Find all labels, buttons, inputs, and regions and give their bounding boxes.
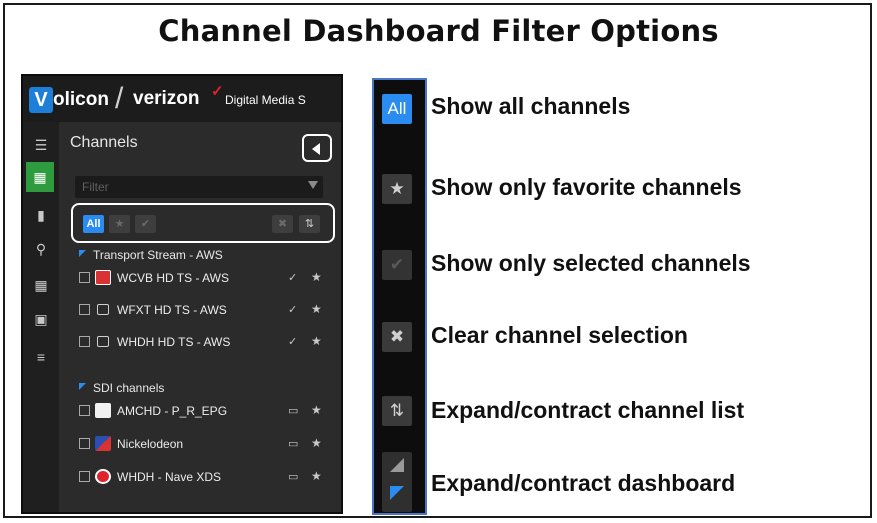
all-button[interactable]: All	[382, 94, 412, 124]
list-icon[interactable]: ≡	[23, 342, 59, 372]
group-flag-icon	[79, 383, 86, 390]
legend-expand-dashboard: Expand/contract dashboard	[431, 470, 736, 496]
legend-show-all: Show all channels	[431, 93, 631, 119]
expand-dashboard-icon[interactable]	[382, 452, 412, 512]
chevron-left-icon	[312, 143, 320, 155]
favorites-filter-button[interactable]: ★	[109, 215, 130, 233]
channel-checkbox[interactable]	[79, 336, 90, 347]
channel-action-icon[interactable]: ▭	[288, 404, 298, 417]
page-title: Channel Dashboard Filter Options	[158, 14, 719, 48]
product-name: Digital Media S	[225, 93, 306, 107]
check-icon[interactable]: ✔	[382, 250, 412, 280]
collapse-panel-button[interactable]	[302, 134, 332, 162]
app-header: V olicon / verizon ✓ Digital Media S	[23, 76, 341, 122]
tv-icon	[97, 336, 109, 347]
film-icon[interactable]: ▦	[26, 162, 54, 192]
star-icon[interactable]: ★	[382, 174, 412, 204]
clear-selection-button[interactable]: ✖	[272, 215, 293, 233]
share-icon[interactable]: ▣	[23, 304, 59, 334]
expand-list-icon[interactable]: ⇅	[382, 396, 412, 426]
favorite-star-icon[interactable]: ★	[311, 403, 322, 417]
channel-label: WHDH - Nave XDS	[117, 470, 222, 484]
legend-favorites: Show only favorite channels	[431, 174, 742, 200]
expand-list-button[interactable]: ⇅	[299, 215, 320, 233]
channel-checkbox[interactable]	[79, 272, 90, 283]
filter-input[interactable]: Filter	[75, 176, 323, 198]
favorite-star-icon[interactable]: ★	[311, 270, 322, 284]
menu-icon[interactable]: ☰	[23, 130, 59, 160]
channel-action-icon[interactable]: ✓	[288, 335, 297, 348]
legend-selected: Show only selected channels	[431, 250, 751, 276]
channel-checkbox[interactable]	[79, 471, 90, 482]
amc-logo-icon	[95, 403, 111, 418]
channel-label: AMCHD - P_R_EPG	[117, 404, 228, 418]
channel-row[interactable]: WFXT HD TS - AWS ✓ ★	[79, 300, 339, 322]
verizon-check-icon: ✓	[211, 83, 224, 100]
channel7-logo-icon	[95, 469, 111, 484]
tv-icon	[97, 304, 109, 315]
left-rail: ☰ ▦ ▮ ⚲ ▦ ▣ ≡	[23, 122, 59, 512]
nickelodeon-logo-icon	[95, 436, 111, 451]
volicon-logo-icon: V	[29, 87, 53, 113]
group-flag-icon	[79, 250, 86, 257]
group-label: Transport Stream - AWS	[93, 248, 223, 262]
channel-label: WCVB HD TS - AWS	[117, 271, 230, 285]
app-panel: V olicon / verizon ✓ Digital Media S ☰ ▦…	[21, 74, 343, 514]
filter-placeholder: Filter	[82, 180, 109, 194]
legend-expand-list: Expand/contract channel list	[431, 397, 745, 423]
group-label: SDI channels	[93, 381, 165, 395]
funnel-icon[interactable]	[308, 181, 318, 189]
legend-icon-strip: All ★ ✔ ✖ ⇅	[372, 78, 427, 515]
logo-name: olicon	[53, 89, 109, 110]
channel-label: Nickelodeon	[117, 437, 184, 451]
show-all-button[interactable]: All	[83, 215, 104, 233]
channel-action-icon[interactable]: ✓	[288, 271, 297, 284]
channel-label: WHDH HD TS - AWS	[117, 335, 231, 349]
channel-row[interactable]: AMCHD - P_R_EPG ▭ ★	[79, 401, 339, 423]
channel-action-icon[interactable]: ▭	[288, 437, 298, 450]
expand-dashboard-glyph	[390, 458, 404, 500]
channel-row[interactable]: WHDH - Nave XDS ▭ ★	[79, 467, 339, 489]
channel-label: WFXT HD TS - AWS	[117, 303, 227, 317]
wcvb-logo-icon	[95, 270, 111, 285]
channel-checkbox[interactable]	[79, 304, 90, 315]
search-icon[interactable]: ⚲	[23, 234, 59, 264]
channel-action-icon[interactable]: ▭	[288, 470, 298, 483]
panel-title: Channels	[70, 134, 138, 151]
channel-row[interactable]: Nickelodeon ▭ ★	[79, 434, 339, 456]
favorite-star-icon[interactable]: ★	[311, 469, 322, 483]
legend-clear: Clear channel selection	[431, 322, 688, 348]
channel-row[interactable]: WCVB HD TS - AWS ✓ ★	[79, 268, 339, 290]
filter-toolbar: All ★ ✔ ✖ ⇅	[71, 203, 335, 243]
partner-name: verizon	[133, 88, 200, 109]
selected-filter-button[interactable]: ✔	[135, 215, 156, 233]
grid-icon[interactable]: ▦	[23, 270, 59, 300]
bookmark-icon[interactable]: ▮	[23, 200, 59, 230]
favorite-star-icon[interactable]: ★	[311, 302, 322, 316]
clear-selection-icon[interactable]: ✖	[382, 322, 412, 352]
favorite-star-icon[interactable]: ★	[311, 436, 322, 450]
logo-slash: /	[115, 82, 124, 115]
channel-action-icon[interactable]: ✓	[288, 303, 297, 316]
favorite-star-icon[interactable]: ★	[311, 334, 322, 348]
channel-checkbox[interactable]	[79, 405, 90, 416]
channel-row[interactable]: WHDH HD TS - AWS ✓ ★	[79, 332, 339, 354]
channel-checkbox[interactable]	[79, 438, 90, 449]
